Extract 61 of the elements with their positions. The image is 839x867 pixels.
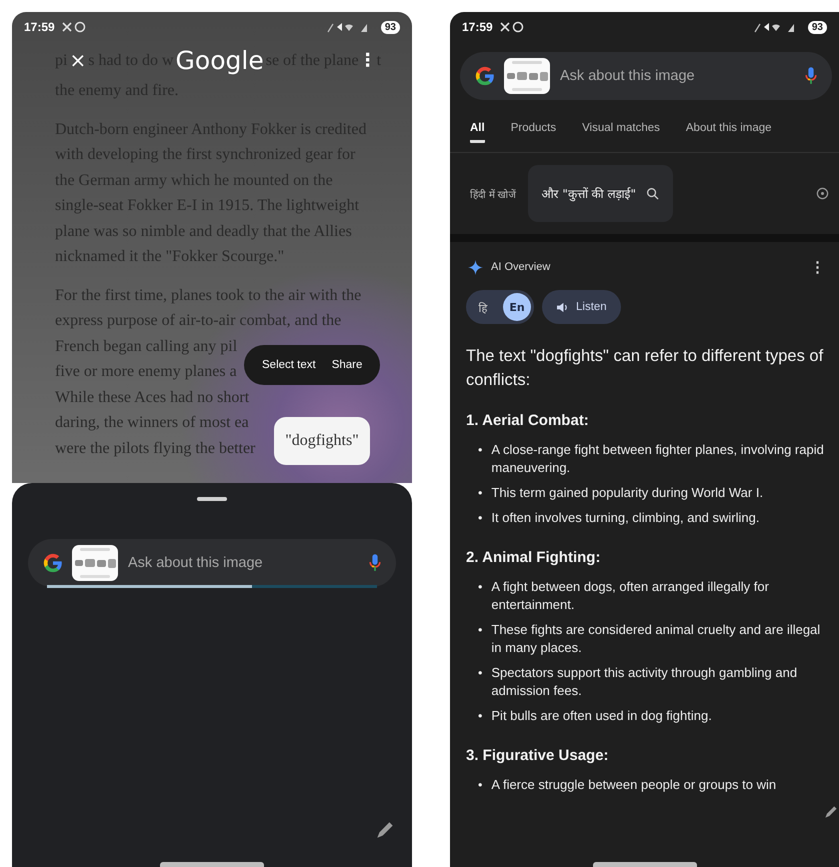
article-line: were the pilots flying the better	[55, 438, 256, 458]
article-line: five or more enemy planes a	[55, 362, 237, 382]
bullet-mark: •	[478, 708, 482, 725]
listen-button[interactable]: Listen	[542, 290, 621, 324]
drag-handle[interactable]	[197, 497, 227, 501]
suggestion-chip[interactable]: और "कुत्तों की लड़ाई"	[528, 165, 674, 222]
sparkle-icon	[468, 260, 483, 274]
bullet-mark: •	[478, 485, 482, 502]
bullet-mark: •	[478, 510, 482, 527]
app-title: Google	[176, 48, 264, 74]
bullet-item: A fight between dogs, often arranged illegally for entertainment.	[491, 578, 770, 614]
section-heading: 2. Animal Fighting:	[466, 549, 602, 566]
more-menu-icon[interactable]: ⋮	[810, 258, 825, 276]
bullet-mark: •	[478, 622, 482, 639]
tab[interactable]: All	[470, 116, 485, 143]
bullet-item: Spectators support this activity through gambling and admission fees.	[491, 664, 798, 700]
section-title: AI Overview	[491, 261, 550, 273]
bullet-mark: •	[478, 442, 482, 459]
navigation-handle[interactable]	[160, 862, 264, 867]
bullet-mark: •	[478, 665, 482, 682]
speaker-icon	[556, 302, 569, 312]
mic-icon[interactable]	[368, 552, 382, 574]
translate-label: हिंदी में खोजें	[470, 188, 516, 200]
status-time: 17:59	[462, 20, 493, 34]
bullet-item: This term gained popularity during World War I.	[491, 484, 764, 502]
section-heading: 1. Aerial Combat:	[466, 412, 590, 429]
overview-text: The text "dogfights" can refer to different types of conflicts:	[466, 346, 824, 391]
close-icon[interactable]: ×	[69, 48, 86, 74]
navigation-handle[interactable]	[592, 862, 696, 867]
tab[interactable]: Visual matches	[582, 116, 660, 140]
search-field[interactable]: Ask about this image	[126, 554, 360, 572]
section-heading: 3. Figurative Usage:	[466, 747, 610, 764]
bullet-item: A fierce struggle between people or groups to win	[491, 776, 776, 794]
g-logo-icon	[474, 65, 496, 87]
bullet-mark: •	[478, 579, 482, 596]
g-logo-icon	[42, 552, 64, 574]
bullet-item: Pit bulls are often used in dog fighting.	[491, 707, 712, 725]
more-menu-icon[interactable]: ⋮	[358, 48, 377, 74]
status-time: 17:59	[24, 20, 55, 34]
battery-badge: 93	[808, 20, 827, 34]
notification-icons-drawing	[498, 21, 525, 33]
bullet-item: These fights are considered animal cruelty and are illegal in many places.	[491, 621, 822, 657]
language-option[interactable]: En	[503, 293, 531, 321]
article-line: daring, the winners of most ea	[55, 413, 249, 433]
notification-icons-drawing	[60, 21, 87, 33]
bullet-item: A close-range fight between fighter planes, involving rapid maneuvering.	[491, 441, 825, 477]
battery-badge: 93	[380, 20, 400, 34]
menu-action[interactable]: Share	[332, 359, 362, 371]
article-line: While these Aces had no short	[55, 388, 250, 408]
bullet-item: It often involves turning, climbing, and swirling.	[491, 509, 760, 527]
language-option[interactable]: हि	[469, 293, 497, 321]
search-field[interactable]: Ask about this image	[558, 67, 796, 85]
tab[interactable]: Products	[510, 116, 556, 140]
selected-word[interactable]: "dogfights"	[274, 417, 370, 465]
menu-action[interactable]: Select text	[262, 359, 316, 371]
tab[interactable]: About this image	[686, 116, 772, 140]
mic-icon[interactable]	[804, 65, 818, 87]
bullet-mark: •	[478, 777, 482, 794]
article-line: French began calling any pil	[55, 336, 238, 356]
info-icon[interactable]	[816, 187, 829, 200]
search-icon	[646, 187, 660, 200]
